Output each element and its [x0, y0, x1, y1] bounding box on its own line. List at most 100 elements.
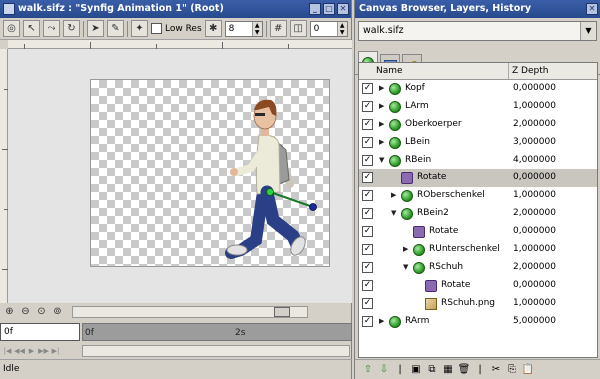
layer-name[interactable]: Rotate: [429, 226, 458, 236]
layer-row[interactable]: ✓ ▶ Kopf 0,000000: [359, 80, 597, 98]
play-icon[interactable]: ▶: [26, 345, 37, 357]
layer-name[interactable]: Rotate: [441, 280, 470, 290]
zoom-out-icon[interactable]: ⊖: [18, 305, 33, 319]
current-time-field[interactable]: 0f: [0, 323, 80, 341]
canvas[interactable]: [90, 79, 330, 267]
layer-visibility-checkbox[interactable]: ✓: [362, 279, 373, 291]
layer-name[interactable]: RUnterschenkel: [429, 244, 500, 254]
past-keyframes-spin-arrows[interactable]: ▲ ▼: [336, 21, 347, 36]
layer-row[interactable]: ✓ ▼ RBein 4,000000: [359, 152, 597, 170]
layer-name[interactable]: Kopf: [405, 83, 425, 93]
scrollbar-thumb[interactable]: [274, 307, 290, 317]
layer-visibility-checkbox[interactable]: ✓: [362, 154, 373, 166]
canvas-browser-select[interactable]: walk.sifz ▼: [358, 21, 597, 41]
close-button[interactable]: ✕: [586, 3, 598, 15]
past-keyframes-spinbox[interactable]: 0 ▲ ▼: [309, 20, 348, 37]
target-icon[interactable]: ◎: [3, 20, 20, 37]
chevron-right-icon[interactable]: ▶: [379, 102, 387, 111]
layer-name[interactable]: LBein: [405, 137, 430, 147]
layer-name[interactable]: ROberschenkel: [417, 190, 485, 200]
amount-icon[interactable]: ▦: [441, 363, 455, 377]
layer-row[interactable]: ✓ Rotate 0,000000: [359, 169, 597, 188]
transform-tool-icon[interactable]: ↖: [23, 20, 40, 37]
chevron-right-icon[interactable]: ▶: [391, 191, 399, 200]
layer-row[interactable]: ✓ ▶ RUnterschenkel 1,000000: [359, 241, 597, 259]
layer-row[interactable]: ✓ ▶ LArm 1,000000: [359, 98, 597, 116]
layer-visibility-checkbox[interactable]: ✓: [362, 315, 373, 327]
walking-character-figure[interactable]: [91, 80, 331, 268]
layer-visibility-checkbox[interactable]: ✓: [362, 190, 373, 202]
chevron-down-icon[interactable]: ▼: [391, 209, 399, 218]
layer-name[interactable]: RArm: [405, 316, 429, 326]
layer-visibility-checkbox[interactable]: ✓: [362, 261, 373, 273]
layer-row[interactable]: ✓ ▶ LBein 3,000000: [359, 134, 597, 152]
cut-icon[interactable]: ✂: [489, 363, 503, 377]
chevron-right-icon[interactable]: ▶: [379, 138, 387, 147]
bone-origin-handle[interactable]: [266, 188, 274, 196]
bone-angle-handle[interactable]: [309, 203, 317, 211]
column-header-zdepth[interactable]: Z Depth: [509, 63, 597, 79]
low-res-checkbox[interactable]: [151, 23, 162, 34]
delete-layer-icon[interactable]: 🗑: [457, 363, 471, 377]
quality-spin-arrows[interactable]: ▲ ▼: [251, 21, 262, 36]
chevron-down-icon[interactable]: ▼: [403, 263, 411, 272]
timeline-slider[interactable]: 0f 2s: [82, 323, 352, 341]
zoom-fit-icon[interactable]: ⊙: [34, 305, 49, 319]
rotate-tool-icon[interactable]: ↻: [63, 20, 80, 37]
column-header-name[interactable]: Name: [359, 63, 509, 79]
duplicate-layer-icon[interactable]: ⧉: [425, 363, 439, 377]
layer-row[interactable]: ✓ Rotate 0,000000: [359, 277, 597, 295]
layer-name[interactable]: RSchuh: [429, 262, 463, 272]
layer-row[interactable]: ✓ ▶ Oberkoerper 2,000000: [359, 116, 597, 134]
layer-name[interactable]: Rotate: [417, 172, 446, 182]
zoom-100-icon[interactable]: ⊚: [50, 305, 65, 319]
onion-skin-icon[interactable]: ◫: [289, 20, 307, 37]
seek-begin-icon[interactable]: |◀: [2, 345, 13, 357]
panels-window-titlebar[interactable]: Canvas Browser, Layers, History ✕: [355, 0, 600, 18]
seek-end-icon[interactable]: ▶|: [50, 345, 61, 357]
pen-tool-icon[interactable]: ✎: [107, 20, 124, 37]
layer-row[interactable]: ✓ ▶ ROberschenkel 1,000000: [359, 187, 597, 205]
layer-row[interactable]: ✓ Rotate 0,000000: [359, 223, 597, 241]
next-frame-icon[interactable]: ▶▶: [38, 345, 49, 357]
layer-visibility-checkbox[interactable]: ✓: [362, 244, 373, 256]
copy-icon[interactable]: ⎘: [505, 363, 519, 377]
layer-visibility-checkbox[interactable]: ✓: [362, 297, 373, 309]
chevron-right-icon[interactable]: ▶: [379, 317, 387, 326]
maximize-button[interactable]: □: [323, 3, 335, 15]
close-button[interactable]: ✕: [337, 3, 349, 15]
raise-layer-icon[interactable]: ⇧: [361, 363, 375, 377]
encapsulate-icon[interactable]: ▣: [409, 363, 423, 377]
layer-row[interactable]: ✓ ▶ RArm 5,000000: [359, 313, 597, 331]
pointer-icon[interactable]: ➤: [87, 20, 104, 37]
layer-visibility-checkbox[interactable]: ✓: [362, 136, 373, 148]
chevron-down-icon[interactable]: ▼: [580, 22, 596, 40]
grid-icon[interactable]: #: [269, 20, 287, 37]
canvas-window-titlebar[interactable]: walk.sifz : "Synfig Animation 1" (Root) …: [0, 0, 351, 18]
layer-name[interactable]: RSchuh.png: [441, 298, 495, 308]
chevron-right-icon[interactable]: ▶: [379, 120, 387, 129]
quality-spinbox[interactable]: 8 ▲ ▼: [224, 20, 263, 37]
canvas-work-area[interactable]: [8, 49, 352, 303]
layer-name[interactable]: RBein: [405, 155, 431, 165]
chevron-down-icon[interactable]: ▼: [379, 156, 387, 165]
layer-row[interactable]: ✓ RSchuh.png 1,000000: [359, 295, 597, 313]
paste-icon[interactable]: 📋: [521, 363, 535, 377]
zoom-in-icon[interactable]: ⊕: [2, 305, 17, 319]
render-icon[interactable]: ✦: [131, 20, 148, 37]
layer-visibility-checkbox[interactable]: ✓: [362, 118, 373, 130]
layer-name[interactable]: Oberkoerper: [405, 119, 462, 129]
minimize-button[interactable]: _: [309, 3, 321, 15]
time-scrollbar[interactable]: [82, 345, 350, 357]
layer-visibility-checkbox[interactable]: ✓: [362, 83, 373, 94]
chevron-right-icon[interactable]: ▶: [403, 245, 411, 254]
horizontal-scrollbar[interactable]: [72, 306, 308, 318]
lower-layer-icon[interactable]: ⇩: [377, 363, 391, 377]
layer-visibility-checkbox[interactable]: ✓: [362, 100, 373, 112]
layer-visibility-checkbox[interactable]: ✓: [362, 172, 373, 184]
layer-name[interactable]: LArm: [405, 101, 429, 111]
layer-row[interactable]: ✓ ▼ RSchuh 2,000000: [359, 259, 597, 277]
prev-frame-icon[interactable]: ◀◀: [14, 345, 25, 357]
layer-visibility-checkbox[interactable]: ✓: [362, 226, 373, 238]
smooth-move-tool-icon[interactable]: ⤳: [43, 20, 60, 37]
